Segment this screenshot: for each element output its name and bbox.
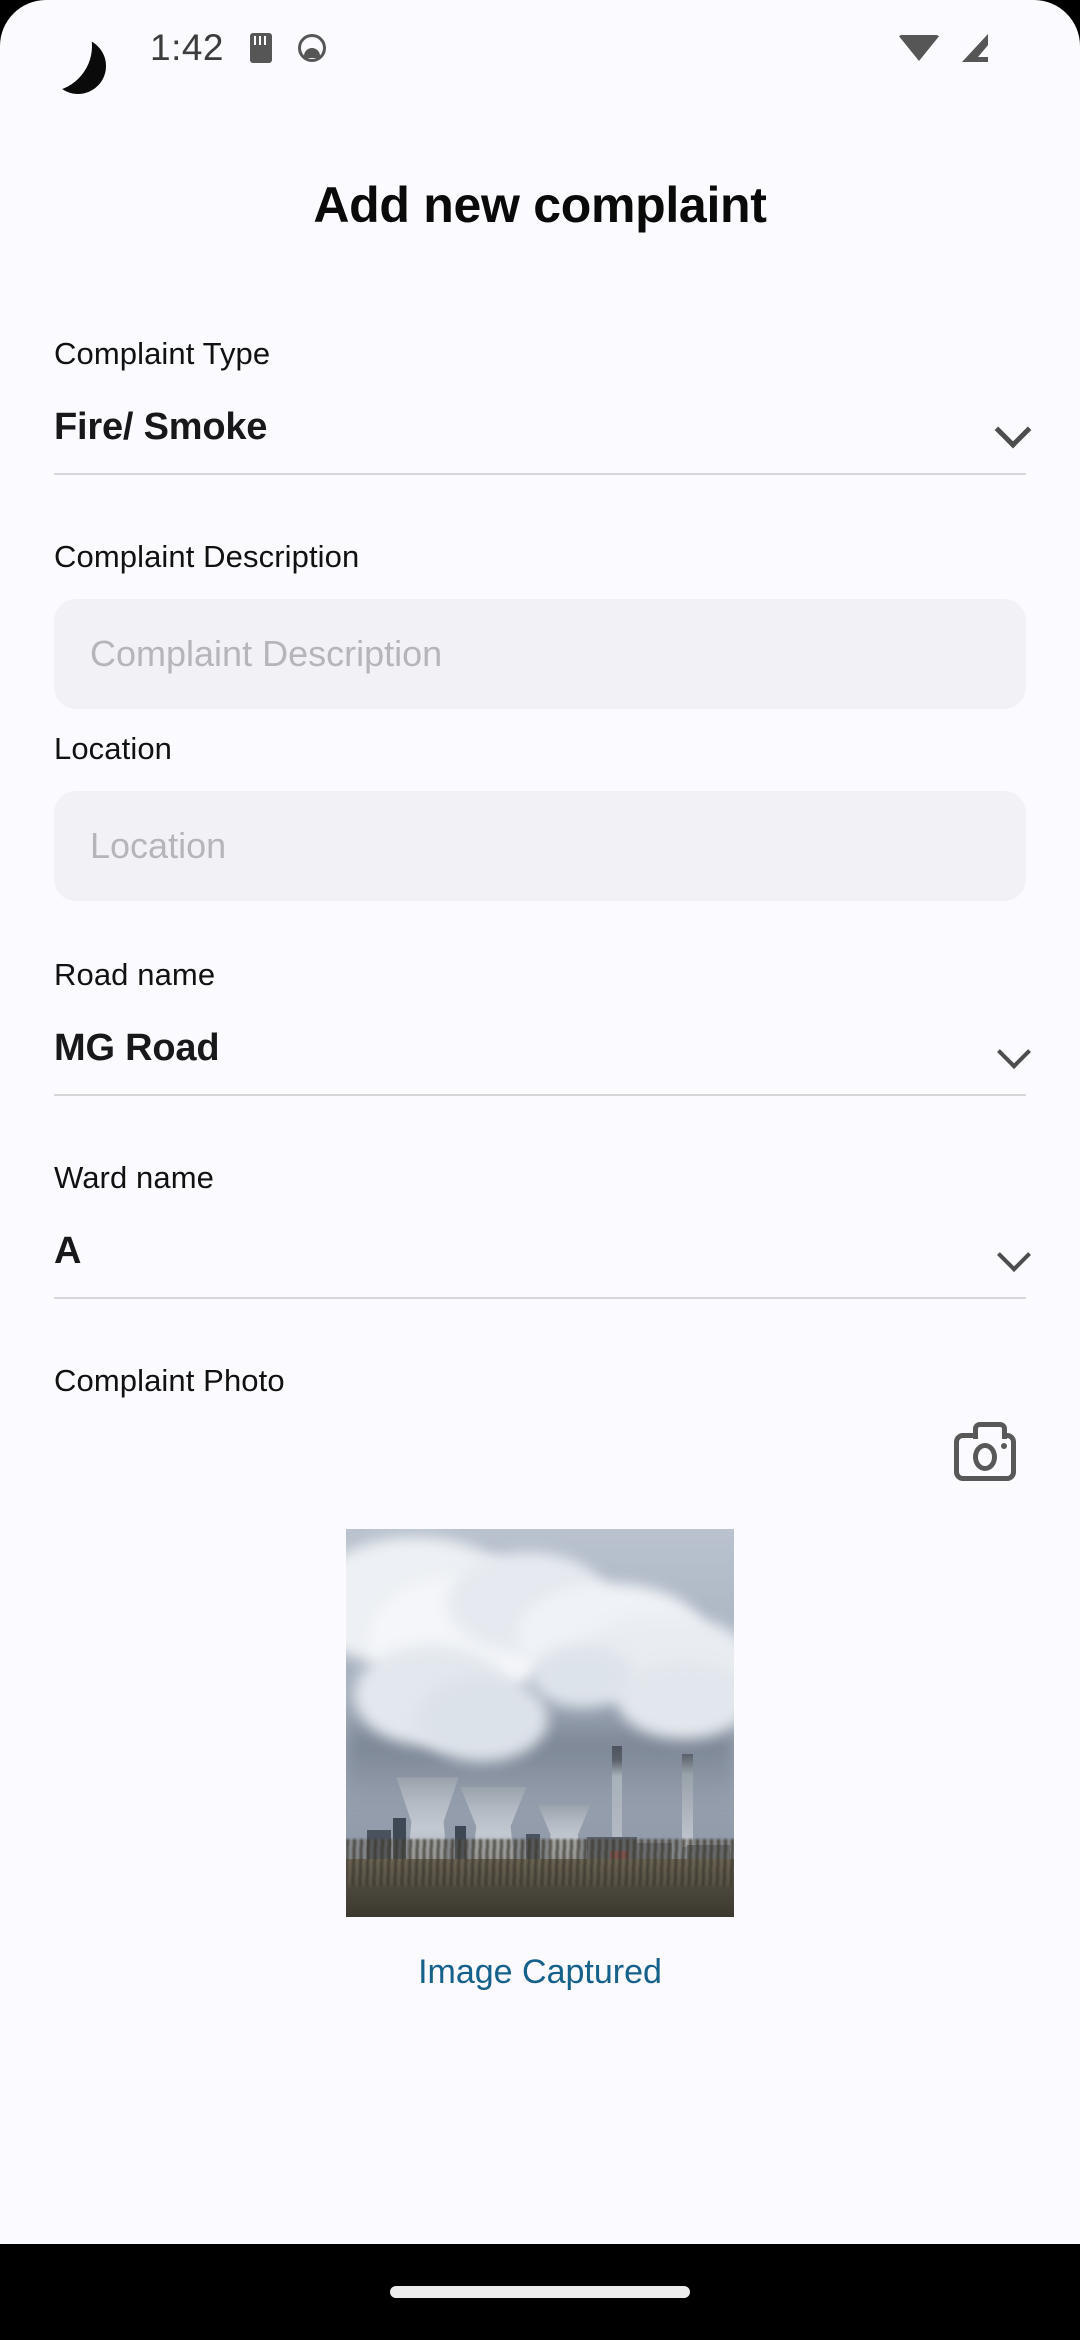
complaint-form: Complaint Type Fire/ Smoke Complaint Des… [0, 336, 1080, 1992]
system-navigation-bar [0, 2244, 1080, 2340]
page-title: Add new complaint [313, 177, 767, 233]
camera-icon[interactable] [954, 1422, 1016, 1481]
ward-name-label: Ward name [54, 1160, 214, 1195]
phone-screen: 1:42 Add new complaint Complaint Type Fi… [0, 0, 1080, 2340]
road-name-label: Road name [54, 957, 216, 992]
camera-button-row [54, 1422, 1026, 1481]
photo-smokestack [681, 1754, 694, 1848]
road-name-dropdown[interactable]: MG Road [54, 1027, 1031, 1096]
chevron-down-icon [997, 1238, 1031, 1272]
complaint-description-label: Complaint Description [54, 539, 360, 574]
photo-smokestack [611, 1746, 622, 1848]
complaint-type-dropdown[interactable]: Fire/ Smoke [54, 406, 1032, 475]
field-road-name: Road name MG Road [54, 957, 1031, 1096]
field-location: Location Location [54, 731, 1026, 901]
ward-name-value: A [54, 1230, 82, 1272]
chevron-down-icon [994, 411, 1032, 449]
ward-name-dropdown[interactable]: A [54, 1230, 1031, 1299]
photo-smoke-plume [617, 1660, 734, 1739]
photo-smoke-plume [415, 1676, 548, 1762]
wifi-icon [898, 35, 940, 61]
field-complaint-type: Complaint Type Fire/ Smoke [54, 336, 1032, 475]
app-notification-icon [298, 34, 327, 62]
field-ward-name: Ward name A [54, 1160, 1031, 1299]
camera-lens [973, 1443, 997, 1471]
location-input[interactable]: Location [54, 791, 1026, 901]
status-bar-clock: 1:42 [150, 27, 225, 68]
complaint-description-input[interactable]: Complaint Description [54, 599, 1026, 709]
photo-preview-wrap [54, 1529, 1026, 1917]
complaint-type-label: Complaint Type [54, 336, 271, 371]
complaint-photo-thumbnail[interactable] [346, 1529, 734, 1917]
location-label: Location [54, 731, 173, 766]
sd-card-icon [250, 33, 273, 63]
screen-corner-top-left [0, 0, 92, 92]
field-complaint-description: Complaint Description Complaint Descript… [54, 539, 1026, 709]
home-gesture-pill[interactable] [390, 2286, 690, 2298]
screen-corner-top-right [988, 0, 1080, 92]
road-name-value: MG Road [54, 1027, 220, 1069]
photo-brush [346, 1839, 734, 1886]
image-captured-caption: Image Captured [418, 1953, 662, 1991]
chevron-down-icon [997, 1035, 1031, 1069]
complaint-photo-label: Complaint Photo [54, 1363, 285, 1398]
status-bar: 1:42 [0, 0, 1080, 96]
camera-flash-dot [1001, 1443, 1007, 1449]
complaint-description-placeholder: Complaint Description [90, 633, 443, 674]
page-content: Add new complaint Complaint Type Fire/ S… [0, 96, 1080, 2244]
cellular-signal-icon [962, 34, 989, 62]
field-complaint-photo: Complaint Photo Image Captured [54, 1363, 1026, 1992]
location-placeholder: Location [90, 825, 227, 866]
complaint-type-value: Fire/ Smoke [54, 406, 268, 448]
